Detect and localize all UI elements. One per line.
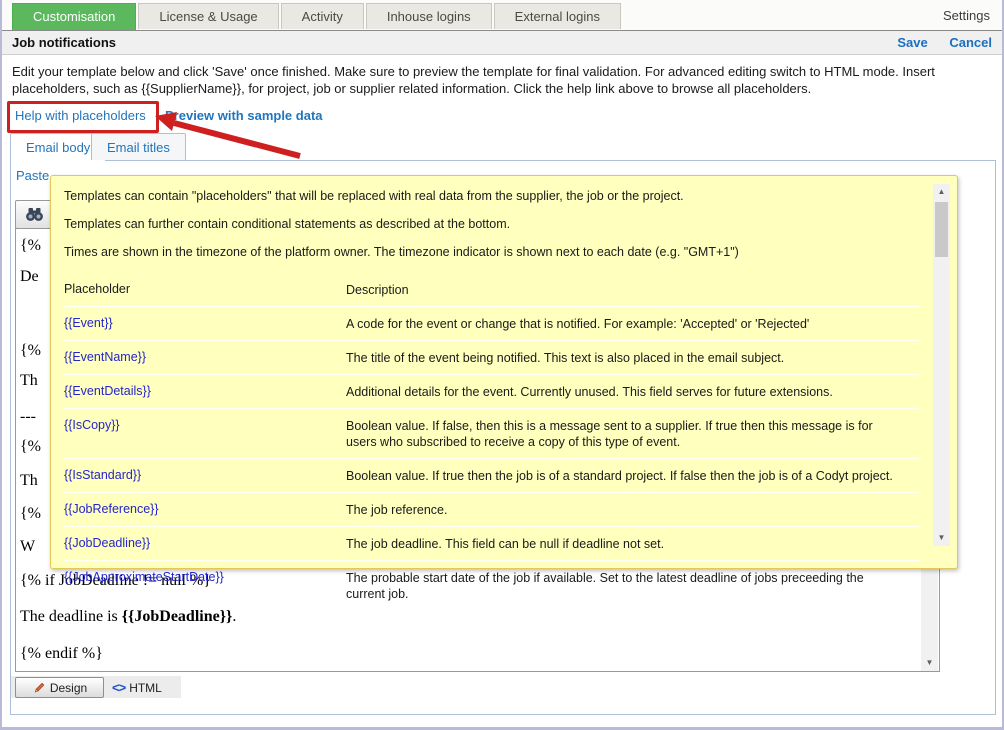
tab-activity[interactable]: Activity [281, 3, 364, 29]
table-row: {{JobReference}} The job reference. [64, 493, 920, 527]
table-row: {{EventName}} The title of the event bei… [64, 341, 920, 375]
scroll-down-icon[interactable]: ▼ [933, 530, 950, 546]
editor-line: Th [20, 472, 38, 490]
design-label: Design [50, 681, 87, 695]
intro-text: Edit your template below and click 'Save… [12, 63, 998, 97]
popup-paragraph: Times are shown in the timezone of the p… [64, 245, 943, 260]
binoculars-icon [25, 207, 44, 222]
popup-paragraph: Templates can further contain conditiona… [64, 217, 943, 232]
editor-line: Th [20, 372, 38, 390]
popup-scrollbar-thumb[interactable] [935, 202, 948, 257]
help-with-placeholders-link[interactable]: Help with placeholders [15, 108, 146, 123]
tab-external-logins[interactable]: External logins [494, 3, 621, 29]
placeholder-link[interactable]: {{IsCopy}} [64, 418, 120, 432]
tab-customisation[interactable]: Customisation [12, 3, 136, 30]
table-row: {{Event}} A code for the event or change… [64, 307, 920, 341]
code-icon: <> [112, 680, 125, 695]
placeholder-link[interactable]: {{JobApproximateStartDate}} [64, 570, 224, 584]
paste-placeholder-link[interactable]: Paste [16, 168, 49, 183]
table-row: {{IsStandard}} Boolean value. If true th… [64, 459, 920, 493]
placeholder-link[interactable]: {{JobDeadline}} [64, 536, 150, 550]
placeholder-link[interactable]: {{IsStandard}} [64, 468, 141, 482]
table-row: {{IsCopy}} Boolean value. If false, then… [64, 409, 920, 459]
editor-line: {% [20, 237, 41, 255]
html-label: HTML [129, 681, 162, 695]
placeholders-table: Placeholder Description {{Event}} A code… [64, 273, 920, 610]
page: Customisation License & Usage Activity I… [0, 0, 1004, 730]
editor-line: {% [20, 342, 41, 360]
editor-line: {% [20, 438, 41, 456]
editor-line-endif: {% endif %} [20, 645, 103, 663]
column-description: Description [346, 282, 920, 298]
editor-line: W [20, 538, 35, 556]
top-tab-strip: Customisation License & Usage Activity I… [2, 0, 1002, 31]
editor-line: {% [20, 505, 41, 523]
cancel-button[interactable]: Cancel [949, 35, 992, 50]
editor-line: --- [20, 408, 36, 426]
popup-paragraph: Templates can contain "placeholders" tha… [64, 189, 943, 204]
settings-link[interactable]: Settings [943, 8, 990, 23]
html-mode-button[interactable]: <> HTML [112, 677, 162, 698]
tab-email-titles[interactable]: Email titles [91, 133, 186, 160]
placeholder-link[interactable]: {{Event}} [64, 316, 113, 330]
placeholder-link[interactable]: {{JobReference}} [64, 502, 159, 516]
popup-scrollbar[interactable]: ▲ ▼ [933, 184, 950, 546]
pencil-icon [32, 681, 45, 694]
editor-line: De [20, 268, 39, 286]
design-mode-button[interactable]: Design [15, 677, 104, 698]
scroll-down-icon[interactable]: ▼ [921, 655, 938, 671]
page-title: Job notifications [12, 35, 116, 50]
scroll-up-icon[interactable]: ▲ [933, 184, 950, 200]
table-row: {{JobApproximateStartDate}} The probable… [64, 561, 920, 610]
placeholder-link[interactable]: {{EventDetails}} [64, 384, 151, 398]
placeholders-help-popup: Templates can contain "placeholders" tha… [50, 175, 958, 569]
header-bar: Job notifications Save Cancel [2, 31, 1002, 55]
table-header-row: Placeholder Description [64, 273, 920, 307]
table-row: {{JobDeadline}} The job deadline. This f… [64, 527, 920, 561]
preview-with-sample-data-link[interactable]: Preview with sample data [165, 108, 323, 123]
table-row: {{EventDetails}} Additional details for … [64, 375, 920, 409]
jobdeadline-placeholder: {{JobDeadline}} [122, 608, 233, 625]
save-button[interactable]: Save [897, 35, 927, 50]
editor-line-deadline: The deadline is {{JobDeadline}}. [20, 608, 236, 626]
placeholder-link[interactable]: {{EventName}} [64, 350, 146, 364]
find-button[interactable] [15, 200, 53, 229]
tab-license-usage[interactable]: License & Usage [138, 3, 278, 29]
tab-inhouse-logins[interactable]: Inhouse logins [366, 3, 492, 29]
column-placeholder: Placeholder [64, 282, 346, 298]
